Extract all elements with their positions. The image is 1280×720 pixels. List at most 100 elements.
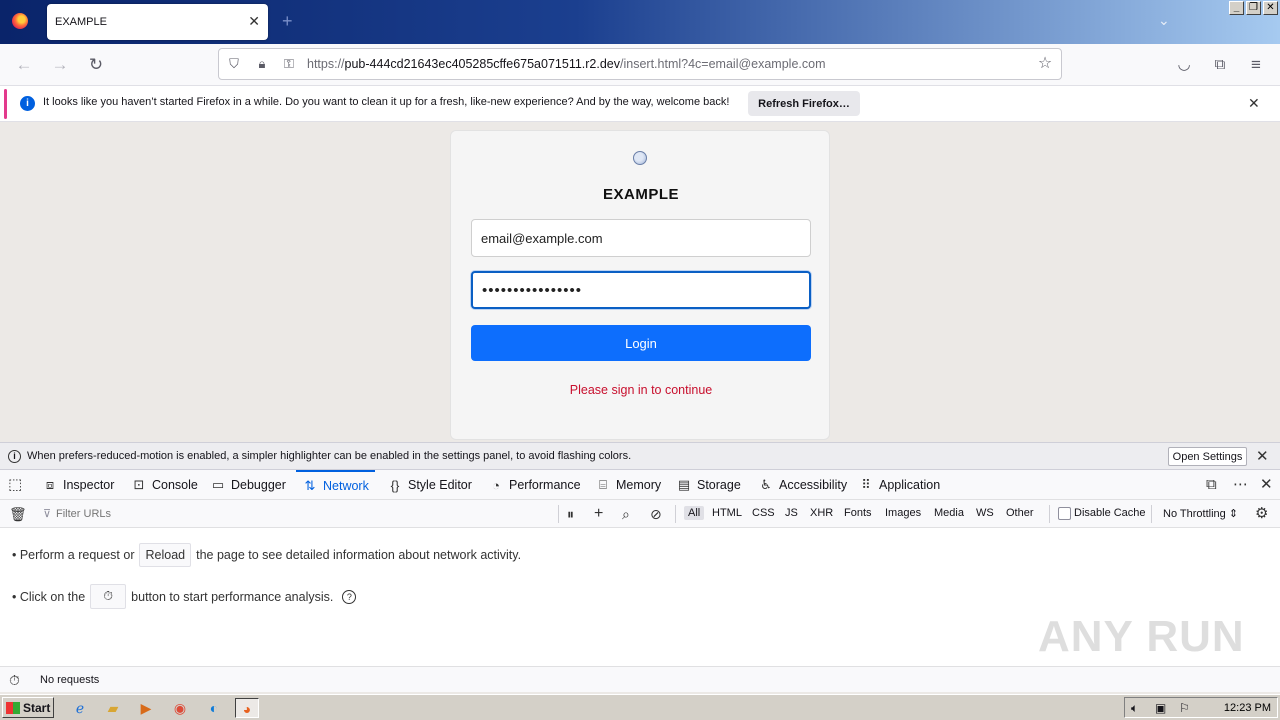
media-player-icon[interactable]: ▶ [134, 698, 158, 718]
tab-performance[interactable]: ◔ Performance [488, 470, 581, 500]
type-filter-other[interactable]: Other [1002, 506, 1038, 520]
open-settings-button[interactable]: Open Settings [1168, 447, 1247, 466]
chevron-down-icon[interactable]: ⌄ [1158, 12, 1170, 29]
network-icon: ⇅ [304, 478, 316, 493]
new-tab-icon[interactable]: + [282, 12, 293, 30]
type-filter-media[interactable]: Media [930, 506, 968, 520]
memory-icon: ⌸ [599, 477, 607, 492]
devtools-notice-text: When prefers-reduced-motion is enabled, … [27, 450, 632, 462]
tab-network[interactable]: ⇅ Network [296, 470, 375, 500]
page-content: EXAMPLE Login Please sign in to continue [0, 122, 1280, 442]
chrome-icon[interactable]: ◉ [168, 698, 192, 718]
firefox-icon[interactable] [12, 13, 28, 29]
tab-storage[interactable]: ▤ Storage [676, 470, 741, 500]
email-field[interactable] [471, 219, 811, 257]
firefox-taskbar-icon[interactable]: ◕ [235, 698, 259, 718]
back-icon[interactable]: ← [13, 54, 35, 76]
close-icon[interactable]: ✕ [1248, 95, 1260, 112]
maximize-button[interactable]: ❐ [1246, 1, 1261, 15]
password-field[interactable] [471, 271, 811, 309]
url-host: pub-444cd21643ec405285cffe675a071511.r2.… [344, 57, 621, 71]
inspector-icon: ⧈ [45, 477, 55, 492]
minimize-button[interactable]: _ [1229, 1, 1244, 15]
tab-label: Application [879, 478, 941, 492]
key-icon[interactable]: ⚿ [280, 55, 298, 73]
type-filter-css[interactable]: CSS [748, 506, 779, 520]
type-filter-html[interactable]: HTML [708, 506, 746, 520]
internet-explorer-icon[interactable]: ℯ [68, 698, 92, 718]
tab-debugger[interactable]: ▭ Debugger [210, 470, 286, 500]
plus-icon[interactable]: + [594, 505, 603, 523]
edge-icon[interactable]: ◐ [202, 698, 226, 718]
close-devtools-icon[interactable]: ✕ [1260, 476, 1273, 494]
flag-icon[interactable]: ⚐ [1179, 701, 1190, 715]
login-button[interactable]: Login [471, 325, 811, 361]
tab-style-editor[interactable]: {} Style Editor [387, 470, 472, 500]
pause-icon[interactable]: ⏸︎ [567, 505, 574, 523]
close-icon[interactable]: ✕ [248, 13, 260, 29]
tab-accessibility[interactable]: ♿︎ Accessibility [758, 470, 847, 500]
login-card: EXAMPLE Login Please sign in to continue [450, 130, 830, 440]
disable-cache-checkbox[interactable] [1058, 507, 1071, 520]
lock-icon[interactable]: 🔒︎ [253, 55, 271, 73]
type-filter-all[interactable]: All [684, 506, 705, 520]
throttling-select[interactable]: No Throttling ⇕ [1163, 507, 1238, 520]
trash-icon[interactable]: 🗑︎ [9, 505, 27, 523]
type-filter-xhr[interactable]: XHR [806, 506, 837, 520]
debugger-icon: ▭ [211, 477, 225, 492]
type-filter-fonts[interactable]: Fonts [840, 506, 876, 520]
style-editor-icon: {} [390, 477, 400, 493]
star-icon[interactable]: ☆ [1036, 55, 1054, 73]
notification-accent [4, 89, 7, 119]
volume-icon[interactable]: 🔈︎ [1131, 701, 1138, 716]
more-options-icon[interactable]: ⋯ [1233, 476, 1248, 494]
browser-tab[interactable]: EXAMPLE ✕ [47, 4, 268, 40]
help-icon[interactable]: ? [342, 589, 357, 604]
network-tray-icon[interactable]: ▣ [1155, 701, 1166, 715]
tab-application[interactable]: ⠿ Application [858, 470, 940, 500]
pick-element-icon[interactable]: ⬚ [8, 476, 22, 494]
stopwatch-icon[interactable]: ⏱︎ [9, 671, 20, 689]
tab-inspector[interactable]: ⧈ Inspector [42, 470, 115, 500]
start-button[interactable]: Start [2, 697, 54, 718]
block-icon[interactable]: ⊘ [650, 505, 662, 523]
stopwatch-icon: ⏱︎ [103, 589, 114, 603]
reload-icon[interactable]: ↻ [85, 54, 107, 76]
hint-text: the page to see detailed information abo… [196, 548, 522, 562]
menu-icon[interactable]: ≡ [1245, 54, 1267, 76]
close-icon[interactable]: ✕ [1256, 447, 1269, 465]
gear-icon[interactable]: ⚙ [1255, 505, 1268, 523]
forward-icon[interactable]: → [49, 54, 71, 76]
type-filter-images[interactable]: Images [881, 506, 925, 520]
divider [558, 505, 559, 523]
refresh-firefox-button[interactable]: Refresh Firefox… [748, 91, 860, 116]
hint-text: • Click on the [12, 589, 86, 604]
window-close-button[interactable]: ✕ [1263, 1, 1278, 15]
folder-icon[interactable]: ▰ [101, 698, 125, 718]
tab-memory[interactable]: ⌸ Memory [595, 470, 661, 500]
pocket-icon[interactable]: ◡ [1173, 54, 1195, 76]
type-filter-ws[interactable]: WS [972, 506, 998, 520]
url-text[interactable]: https://pub-444cd21643ec405285cffe675a07… [307, 57, 826, 71]
reload-button[interactable]: Reload [139, 543, 192, 567]
search-icon[interactable]: ⌕ [622, 505, 630, 523]
filter-urls-input[interactable] [40, 504, 555, 524]
globe-icon [633, 151, 647, 165]
tab-label: Performance [509, 478, 581, 492]
stopwatch-button[interactable]: ⏱︎ [90, 584, 127, 609]
tab-label: Inspector [63, 478, 115, 492]
tab-label: Storage [697, 478, 741, 492]
hint-text: • Perform a request or [12, 548, 135, 562]
extensions-icon[interactable]: ⧉ [1209, 54, 1231, 76]
disable-cache-label: Disable Cache [1074, 507, 1146, 519]
type-filter-js[interactable]: JS [781, 506, 802, 520]
url-bar[interactable]: ⛉ 🔒︎ ⚿ https://pub-444cd21643ec405285cff… [218, 48, 1062, 80]
divider [675, 505, 676, 523]
info-icon: i [20, 96, 35, 111]
hint-text: button to start performance analysis. [131, 589, 334, 604]
info-icon: i [8, 450, 21, 463]
tab-label: Console [152, 478, 198, 492]
dock-icon[interactable]: ⧉ [1206, 476, 1217, 494]
shield-icon[interactable]: ⛉ [225, 55, 243, 73]
tab-console[interactable]: ⊡ Console [131, 470, 198, 500]
